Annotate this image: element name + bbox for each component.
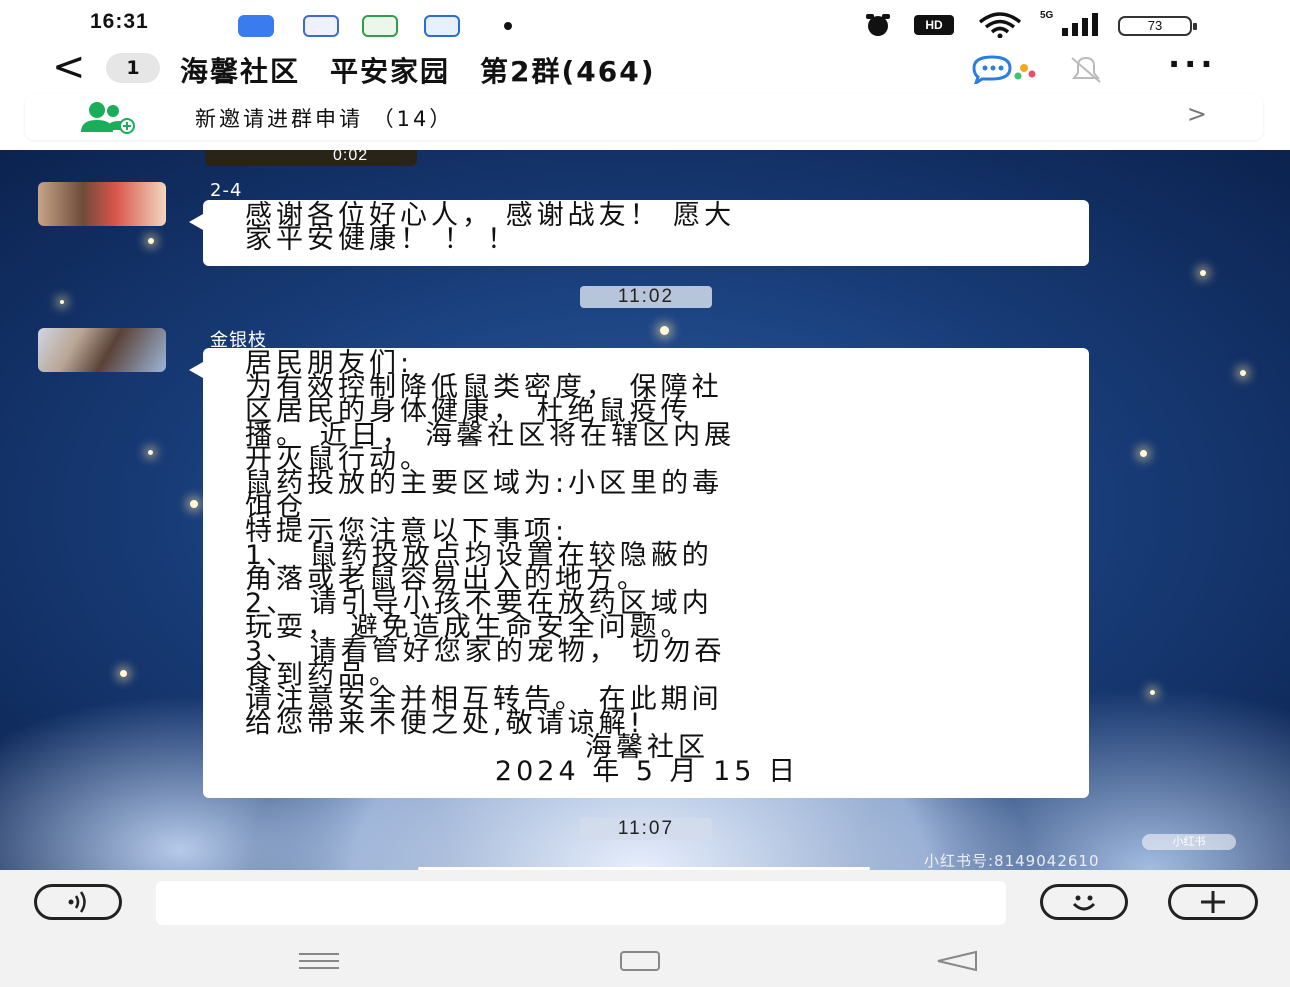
status-bar: 16:31 HD 5G 73: [0, 0, 1290, 50]
timestamp: 11:07: [580, 818, 712, 840]
invite-requests-label: 新邀请进群申请 （14）: [195, 107, 454, 131]
watermark-logo: 小红书: [1142, 834, 1236, 850]
chat-header: < 1 海馨社区 平安家园 第2群(464) ···: [0, 44, 1290, 90]
background-star: [1150, 690, 1155, 695]
recent-apps-icon[interactable]: [296, 949, 342, 973]
emoji-button[interactable]: [1040, 884, 1128, 920]
voice-input-button[interactable]: [34, 884, 122, 920]
more-options-button[interactable]: ···: [1168, 48, 1216, 80]
avatar[interactable]: [38, 328, 166, 372]
message-input-bar: [0, 870, 1290, 937]
message-bubble[interactable]: 感谢各位好心人， 感谢战友！ 愿大 家平安健康！ ！ ！: [189, 200, 1089, 266]
watermark-text: 小红书号:8149042610: [924, 852, 1100, 870]
sender-name: 2-4: [210, 180, 243, 201]
hd-icon: HD: [914, 15, 954, 35]
service-app-icon: [424, 15, 460, 37]
home-app-icon: [362, 15, 398, 37]
video-duration: 0:02: [333, 150, 369, 164]
background-star: [1200, 270, 1206, 276]
emoji-icon: [1072, 895, 1096, 911]
message-line: 鼠药投放的主要区域为:小区里的毒: [245, 468, 724, 499]
background-star: [60, 300, 64, 304]
wifi-icon: [978, 12, 1022, 38]
timestamp: 11:02: [580, 286, 712, 308]
back-button[interactable]: <: [52, 44, 86, 90]
unread-count-badge[interactable]: 1: [106, 53, 160, 83]
background-star: [148, 450, 153, 455]
voice-icon: [68, 891, 86, 913]
message-bubble[interactable]: 居民朋友们: 为有效控制降低鼠类密度， 保障社 区居民的身体健康， 杜绝鼠疫传 …: [189, 348, 1089, 798]
status-time: 16:31: [90, 10, 149, 33]
home-icon[interactable]: [618, 949, 662, 973]
avatar[interactable]: [38, 182, 166, 226]
group-title[interactable]: 海馨社区 平安家园 第2群(464): [180, 50, 656, 90]
background-star: [1140, 450, 1147, 457]
more-actions-button[interactable]: [1168, 884, 1258, 920]
official-group-icon: [972, 55, 1036, 84]
background-star: [660, 326, 669, 335]
message-line: 家平安健康！ ！ ！: [245, 224, 519, 255]
video-message-thumbnail[interactable]: [205, 150, 417, 166]
chevron-right-icon: >: [1186, 100, 1207, 128]
alarm-icon: [866, 14, 890, 36]
invite-requests-banner[interactable]: 新邀请进群申请 （14） >: [25, 94, 1263, 140]
message-input[interactable]: [156, 881, 1006, 925]
background-star: [120, 670, 127, 677]
message-date: 2024 年 5 月 15 日: [494, 756, 800, 787]
plus-icon: [1201, 891, 1225, 913]
background-star: [1240, 370, 1246, 376]
chat-message-list[interactable]: 0:02 2-4 感谢各位好心人， 感谢战友！ 愿大 家平安健康！ ！ ！ 11…: [0, 150, 1290, 870]
signal-icon: [1062, 13, 1098, 36]
add-member-icon: [81, 102, 135, 134]
system-nav-bar: [0, 937, 1290, 987]
baidu-app-icon: [303, 15, 339, 37]
alipay-app-icon: [238, 15, 274, 37]
background-star: [148, 238, 154, 244]
background-star: [190, 500, 198, 508]
more-notifications-dot: [504, 22, 512, 30]
battery-indicator: 73: [1118, 16, 1197, 36]
mute-bell-icon[interactable]: [1066, 54, 1106, 86]
nav-back-icon[interactable]: [934, 949, 980, 973]
